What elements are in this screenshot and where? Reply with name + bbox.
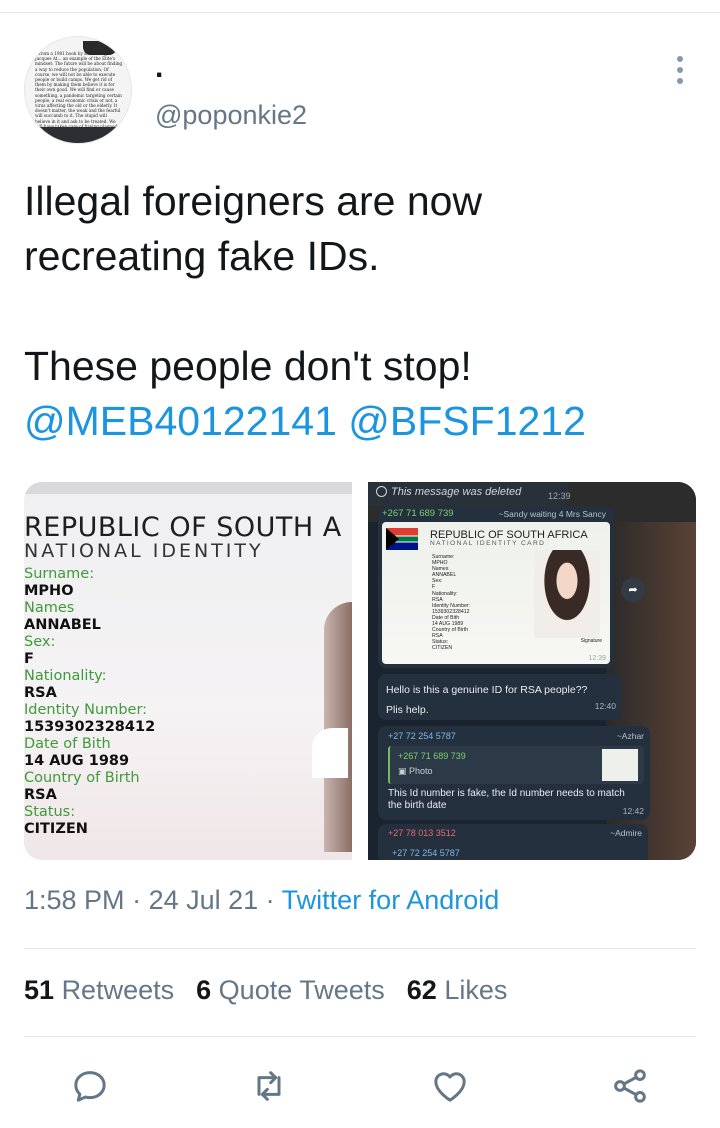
chat-bubble-reply: +27 72 254 5787 ~Azhar +267 71 689 739 ▣… [378, 726, 650, 820]
south-africa-flag-icon [386, 528, 418, 550]
deleted-message: This message was deleted 12:39 [368, 482, 571, 506]
field-label: Identity Number: [24, 702, 148, 718]
divider [24, 948, 696, 949]
sender-phone: +267 71 689 739 [382, 508, 454, 519]
portrait-shoulder [312, 728, 348, 778]
forward-icon: ➦ [621, 578, 645, 602]
tweet-line: Illegal foreigners are now [24, 178, 483, 224]
id-card-fields: Surname: MPHO Names ANNABEL Sex: F Natio… [432, 554, 471, 652]
id-card-subtitle: NATIONAL IDENTITY CARD [430, 540, 546, 547]
deleted-text: This message was deleted [391, 486, 522, 498]
more-icon[interactable] [668, 56, 692, 84]
quotes-count: 6 [196, 975, 212, 1005]
quotes-stat[interactable]: 6 Quote Tweets [196, 975, 385, 1005]
avatar-graphic-bottom [25, 127, 131, 143]
user-handle[interactable]: @poponkie2 [155, 100, 307, 131]
field-label: Nationality: [24, 668, 107, 684]
retweets-stat[interactable]: 51 Retweets [24, 975, 174, 1005]
message-time: 12:40 [594, 701, 616, 711]
chat-bubble-last: +27 78 013 3512 ~Admire +27 72 254 5787 [378, 824, 648, 860]
quoted-phone: +267 71 689 739 [398, 751, 466, 761]
message-text: Plis help. [386, 704, 429, 716]
tweet-line: recreating fake IDs. [24, 233, 380, 279]
tweet-source-link[interactable]: Twitter for Android [282, 885, 500, 915]
field-label: Surname: [24, 566, 95, 582]
sender-name: ~Admire [610, 828, 642, 838]
field-value: MPHO [24, 583, 74, 599]
retweets-label: Retweets [61, 975, 175, 1005]
meta-separator: · [124, 885, 149, 915]
field-value: 1539302328412 [24, 719, 156, 735]
tweet-line: These people don't stop! [24, 343, 472, 389]
media-image-chat-screenshot[interactable]: This message was deleted 12:39 +267 71 6… [368, 482, 696, 860]
quoted-photo-label: ▣ Photo [398, 766, 433, 776]
id-card-portrait [534, 550, 600, 638]
field-label: Sex: [24, 634, 56, 650]
share-icon[interactable] [608, 1064, 652, 1108]
sender-name: ~Azhar [616, 731, 644, 741]
like-icon[interactable] [428, 1064, 472, 1108]
retweets-count: 51 [24, 975, 55, 1005]
chat-bubble-question: Hello is this a genuine ID for RSA peopl… [378, 674, 622, 720]
portrait-hair [324, 602, 352, 852]
display-name[interactable]: . [155, 52, 163, 84]
field-value: 14 AUG 1989 [24, 753, 130, 769]
media-image-id-card[interactable]: REPUBLIC OF SOUTH A NATIONAL IDENTITY Su… [24, 482, 352, 860]
tweet-media[interactable]: REPUBLIC OF SOUTH A NATIONAL IDENTITY Su… [24, 482, 696, 860]
message-text: Hello is this a genuine ID for RSA peopl… [386, 684, 588, 696]
message-time: 12:39 [588, 655, 606, 662]
card-top-band [24, 482, 352, 494]
field-label: Names [24, 600, 75, 616]
field-label: Country of Birth [24, 770, 140, 786]
sender-name: ~Sandy waiting 4 Mrs Sancy [498, 509, 606, 519]
field-value: F [24, 651, 34, 667]
mention-link[interactable]: @MEB40122141 [24, 398, 337, 444]
divider [24, 1036, 696, 1037]
retweet-icon[interactable] [247, 1064, 291, 1108]
tweet-meta: 1:58 PM · 24 Jul 21 · Twitter for Androi… [24, 885, 499, 916]
message-time: 12:42 [622, 806, 644, 816]
likes-count: 62 [406, 975, 437, 1005]
tweet-time: 1:58 PM [24, 885, 125, 915]
tweet-date: 24 Jul 21 [148, 885, 259, 915]
blocked-icon [376, 486, 387, 497]
id-card-photo: REPUBLIC OF SOUTH AFRICA NATIONAL IDENTI… [382, 522, 610, 664]
field-value: ANNABEL [24, 617, 101, 633]
id-card-signature: Signature [580, 638, 602, 644]
field-value: RSA [24, 685, 57, 701]
quoted-message: +267 71 689 739 ▣ Photo [388, 746, 644, 784]
likes-stat[interactable]: 62 Likes [407, 975, 508, 1005]
likes-label: Likes [444, 975, 508, 1005]
field-value: CITIZEN [24, 821, 88, 837]
quoted-thumbnail [602, 749, 638, 781]
top-divider [0, 12, 720, 13]
message-text: This Id number is fake, the Id number ne… [388, 788, 625, 811]
avatar[interactable]: ...from a 1981 book by Bilderberger Jacq… [24, 36, 132, 144]
field-value: RSA [24, 787, 57, 803]
quoted-phone: +27 72 254 5787 [392, 848, 460, 858]
meta-separator: · [258, 885, 282, 915]
chat-bubble-id-photo: +267 71 689 739 ~Sandy waiting 4 Mrs San… [378, 506, 614, 668]
tweet-stats: 51 Retweets 6 Quote Tweets 62 Likes [24, 975, 507, 1006]
quotes-label: Quote Tweets [218, 975, 385, 1005]
reply-icon[interactable] [68, 1064, 112, 1108]
card-subtitle: NATIONAL IDENTITY [24, 540, 264, 562]
mention-link[interactable]: @BFSF1212 [348, 398, 586, 444]
sender-phone: +27 72 254 5787 [388, 731, 456, 741]
sender-phone: +27 78 013 3512 [388, 828, 456, 838]
field-label: Date of Bith [24, 736, 111, 752]
message-time: 12:39 [548, 491, 571, 501]
field-label: Status: [24, 804, 76, 820]
card-title: REPUBLIC OF SOUTH A [24, 512, 342, 543]
action-bar [24, 1064, 696, 1108]
tweet-text: Illegal foreigners are now recreating fa… [24, 174, 704, 449]
card-fields: Surname: MPHO Names ANNABEL Sex: F Natio… [24, 566, 155, 838]
